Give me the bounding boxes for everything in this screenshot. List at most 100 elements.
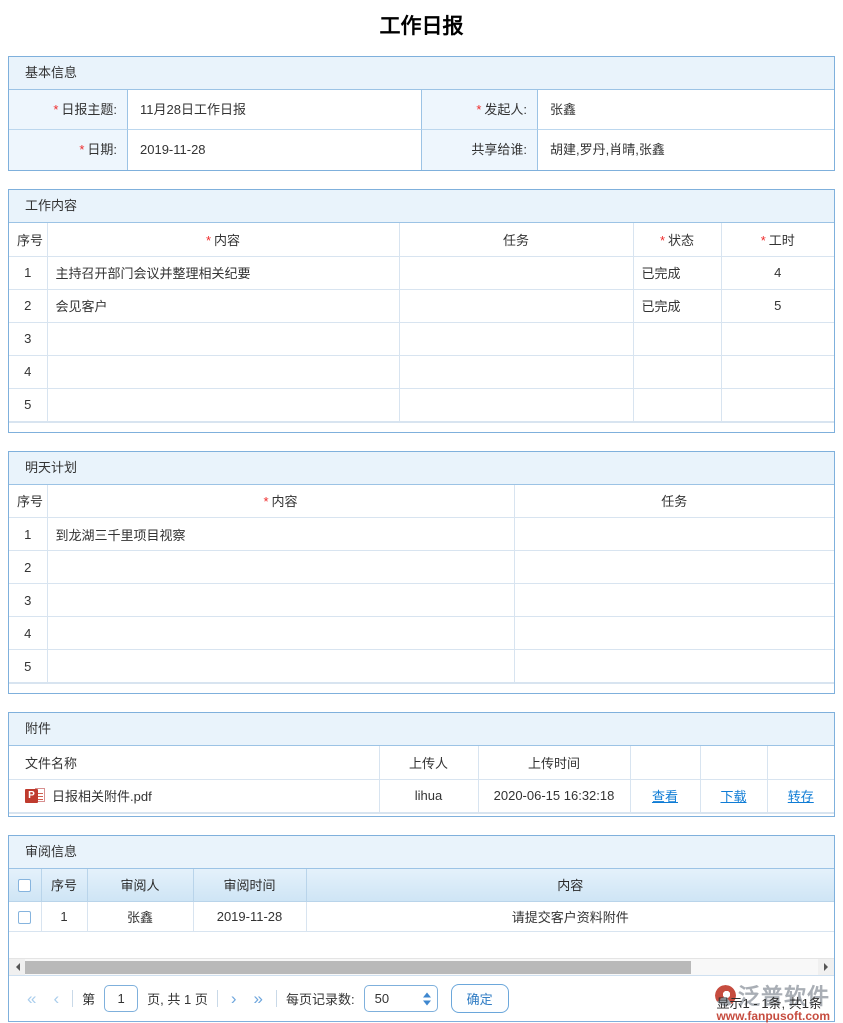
table-row: P 日报相关附件.pdf lihua 2020-06-15 16:32:18 查…: [9, 779, 834, 812]
page-size-label: 每页记录数:: [286, 989, 355, 1008]
prev-page-button[interactable]: ‹: [49, 990, 63, 1007]
next-page-button[interactable]: ›: [227, 990, 241, 1007]
cell-status: [633, 322, 721, 355]
cell-action-view: 查看: [630, 779, 700, 812]
table-header-row: 文件名称 上传人 上传时间: [9, 746, 834, 779]
horizontal-scrollbar[interactable]: [9, 958, 834, 975]
cell-hours: [721, 322, 834, 355]
col-header-upload-time: 上传时间: [478, 746, 630, 779]
col-header-task: 任务: [399, 223, 633, 256]
panel-bottom-strip: [9, 813, 834, 816]
col-header-action2: [700, 746, 767, 779]
cell-no: 3: [9, 584, 47, 617]
field-label-initiator: *发起人:: [422, 90, 538, 130]
cell-content: [47, 551, 514, 584]
download-link[interactable]: 下载: [720, 789, 746, 804]
scroll-left-arrow[interactable]: [9, 959, 25, 976]
page-label-prefix: 第: [82, 989, 95, 1008]
spinner-control[interactable]: [423, 988, 431, 1009]
cell-task: [399, 388, 633, 421]
select-all-checkbox[interactable]: [18, 879, 31, 892]
panel-bottom-strip: [9, 683, 834, 693]
table-row: 5: [9, 650, 834, 683]
cell-hours: [721, 388, 834, 421]
review-info-section-title: 审阅信息: [9, 836, 834, 869]
cell-content: [47, 617, 514, 650]
table-row: 4: [9, 355, 834, 388]
cell-status: [633, 388, 721, 421]
cell-task: [514, 650, 834, 683]
attachments-panel: 附件 文件名称 上传人 上传时间 P 日报相关附件.pdf lihua: [8, 712, 835, 817]
view-link[interactable]: 查看: [652, 789, 678, 804]
cell-hours: 4: [721, 256, 834, 289]
cell-review-content: 请提交客户资料附件: [306, 902, 834, 932]
last-page-button[interactable]: »: [250, 990, 267, 1007]
field-label-subject: *日报主题:: [9, 90, 128, 130]
file-name-text: 日报相关附件.pdf: [52, 786, 152, 805]
attachments-section-title: 附件: [9, 713, 834, 746]
row-checkbox[interactable]: [18, 911, 31, 924]
required-star: *: [206, 233, 211, 248]
table-row: 1 到龙湖三千里项目视察: [9, 518, 834, 551]
table-row: 4: [9, 617, 834, 650]
scrollbar-thumb[interactable]: [25, 961, 691, 974]
cell-no: 2: [9, 289, 47, 322]
page-number-input[interactable]: [104, 985, 138, 1012]
col-header-reviewer: 审阅人: [87, 869, 193, 902]
table-row: 3: [9, 322, 834, 355]
cell-status: 已完成: [633, 289, 721, 322]
cell-no: 3: [9, 322, 47, 355]
cell-task: [399, 355, 633, 388]
table-row: 1 主持召开部门会议并整理相关纪要 已完成 4: [9, 256, 834, 289]
field-label-text: 发起人:: [484, 102, 527, 117]
cell-select: [9, 902, 41, 932]
col-header-no: 序号: [41, 869, 87, 902]
table-row: 2 会见客户 已完成 5: [9, 289, 834, 322]
pagination-bar: « ‹ 第 页, 共 1 页 › » 每页记录数: 确定 泛普软件 www.fa…: [9, 975, 834, 1021]
cell-no: 4: [9, 617, 47, 650]
cell-task: [514, 584, 834, 617]
cell-task: [399, 256, 633, 289]
col-header-action3: [767, 746, 834, 779]
cell-task: [399, 289, 633, 322]
scroll-right-arrow[interactable]: [818, 959, 834, 976]
panel-bottom-strip: [9, 422, 834, 432]
field-label-date: *日期:: [9, 130, 128, 170]
first-page-button[interactable]: «: [23, 990, 40, 1007]
cell-no: 5: [9, 388, 47, 421]
cell-file-name: P 日报相关附件.pdf: [9, 779, 379, 812]
cell-content: [47, 388, 399, 421]
table-row: 2: [9, 551, 834, 584]
divider: [217, 990, 218, 1007]
required-star: *: [79, 142, 84, 157]
cell-task: [514, 617, 834, 650]
cell-no: 5: [9, 650, 47, 683]
transfer-link[interactable]: 转存: [788, 789, 814, 804]
cell-task: [399, 322, 633, 355]
table-header-row: 序号 *内容 任务 *状态 *工时: [9, 223, 834, 256]
divider: [72, 990, 73, 1007]
col-header-task: 任务: [514, 485, 834, 518]
spinner-down-icon: [423, 1000, 431, 1009]
table-row: 1 张鑫 2019-11-28 请提交客户资料附件: [9, 902, 834, 932]
col-header-content: 内容: [306, 869, 834, 902]
col-header-select: [9, 869, 41, 902]
attachments-table: 文件名称 上传人 上传时间 P 日报相关附件.pdf lihua 2020-06…: [9, 746, 834, 813]
confirm-button[interactable]: 确定: [451, 984, 509, 1013]
cell-task: [514, 551, 834, 584]
cell-action-transfer: 转存: [767, 779, 834, 812]
record-summary: 显示1 - 1条, 共1条: [717, 993, 822, 1012]
col-header-uploader: 上传人: [379, 746, 478, 779]
col-header-status: *状态: [633, 223, 721, 256]
scrollbar-track[interactable]: [25, 959, 818, 976]
table-header-row: 序号 审阅人 审阅时间 内容: [9, 869, 834, 902]
cell-no: 1: [41, 902, 87, 932]
cell-uploader: lihua: [379, 779, 478, 812]
col-header-hours: *工时: [721, 223, 834, 256]
cell-content: [47, 584, 514, 617]
field-value-date: 2019-11-28: [128, 130, 422, 170]
field-value-initiator: 张鑫: [538, 90, 834, 130]
page-size-box: [364, 985, 438, 1012]
cell-upload-time: 2020-06-15 16:32:18: [478, 779, 630, 812]
cell-content: [47, 322, 399, 355]
